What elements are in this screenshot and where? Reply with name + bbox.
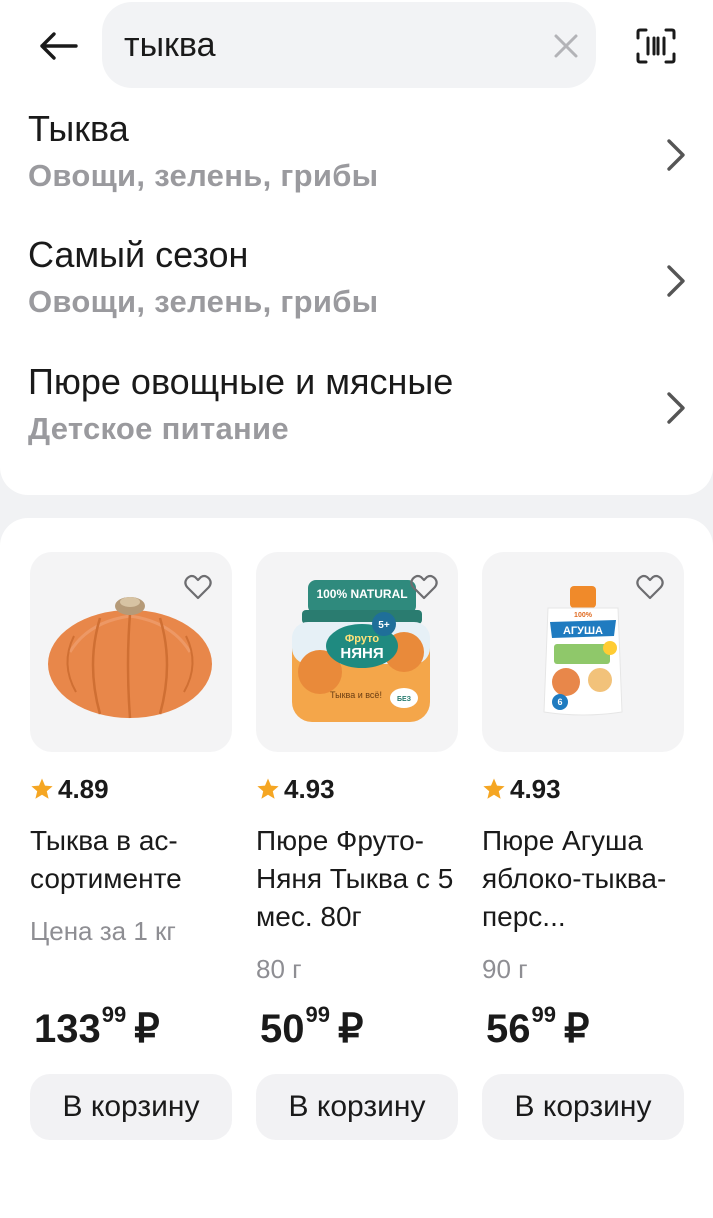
heart-icon[interactable] [410, 574, 438, 600]
rating-value: 4.89 [58, 773, 109, 804]
suggestion-item[interactable]: Тыква Овощи, зелень, грибы [28, 108, 698, 208]
add-to-cart-button[interactable]: В корзину [30, 1074, 232, 1140]
add-to-cart-button[interactable]: В корзину [482, 1074, 684, 1140]
product-image[interactable]: 100% NATURAL Фруто НЯНЯ 5+ Тыква и всё! … [256, 552, 458, 752]
product-name[interactable]: Пюре Агуша яблоко-тыква-перс... [482, 822, 684, 936]
product-name[interactable]: Пюре Фруто-Няня Тыква с 5 мес. 80г [256, 822, 458, 936]
product-rating: 4.89 [30, 774, 109, 804]
jar-brand-bottom: НЯНЯ [340, 645, 383, 662]
product-name[interactable]: Тыква в ас-сортименте [30, 822, 232, 898]
pouch-brand: АГУША [563, 625, 603, 637]
price-cents: 99 [101, 1002, 127, 1027]
product-price: 5699 ₽ [486, 1002, 590, 1052]
price-main: 56 [486, 1007, 531, 1051]
star-icon [483, 778, 505, 799]
heart-icon[interactable] [184, 574, 212, 600]
product-image[interactable] [30, 552, 232, 752]
suggestion-item[interactable]: Самый сезон Овощи, зелень, грибы [28, 234, 698, 334]
suggestion-item[interactable]: Пюре овощные и мясные Детское питание [28, 361, 698, 461]
back-button[interactable] [36, 24, 80, 68]
price-per-unit: Цена за 1 кг [30, 916, 176, 946]
suggestion-category: Овощи, зелень, грибы [28, 158, 379, 193]
currency-symbol: ₽ [563, 1007, 590, 1051]
jar-badge: БЕЗ [397, 696, 412, 703]
jar-age: 5+ [378, 620, 390, 631]
star-icon [257, 778, 279, 799]
product-price: 5099 ₽ [260, 1002, 364, 1052]
add-to-cart-button[interactable]: В корзину [256, 1074, 458, 1140]
jar-flavor: Тыква и всё! [330, 690, 382, 700]
search-input[interactable] [124, 20, 524, 70]
rating-value: 4.93 [510, 773, 561, 804]
price-cents: 99 [305, 1002, 330, 1027]
chevron-right-icon [667, 392, 685, 424]
price-main: 133 [34, 1007, 101, 1051]
currency-symbol: ₽ [134, 1007, 160, 1051]
suggestion-category: Детское питание [28, 411, 289, 446]
arrow-left-icon [40, 32, 78, 60]
product-image[interactable]: 100% АГУША 6 [482, 552, 684, 752]
suggestion-title: Тыква [28, 108, 129, 149]
search-panel: Тыква Овощи, зелень, грибы Самый сезон О… [0, 0, 713, 495]
chevron-right-icon [667, 139, 685, 171]
heart-icon[interactable] [636, 574, 664, 600]
product-rating: 4.93 [482, 774, 561, 804]
price-cents: 99 [531, 1002, 556, 1027]
barcode-scan-icon [636, 28, 676, 64]
clear-search-button[interactable] [546, 26, 586, 66]
chevron-right-icon [667, 265, 685, 297]
currency-symbol: ₽ [337, 1007, 364, 1051]
product-weight: 90 г [482, 954, 528, 984]
product-rating: 4.93 [256, 774, 335, 804]
suggestion-title: Самый сезон [28, 234, 249, 275]
star-icon [31, 778, 53, 799]
suggestion-category: Овощи, зелень, грибы [28, 284, 379, 319]
price-main: 50 [260, 1007, 305, 1051]
pouch-top-text: 100% [574, 612, 593, 619]
pouch-age: 6 [557, 697, 562, 707]
product-price: 13399 ₽ [34, 1002, 160, 1052]
rating-value: 4.93 [284, 773, 335, 804]
jar-banner-text: 100% NATURAL [316, 587, 407, 601]
product-weight: 80 г [256, 954, 302, 984]
search-box [102, 2, 596, 88]
suggestion-title: Пюре овощные и мясные [28, 361, 454, 402]
close-icon [554, 34, 578, 58]
jar-brand-top: Фруто [345, 633, 379, 645]
barcode-scan-button[interactable] [632, 22, 680, 70]
